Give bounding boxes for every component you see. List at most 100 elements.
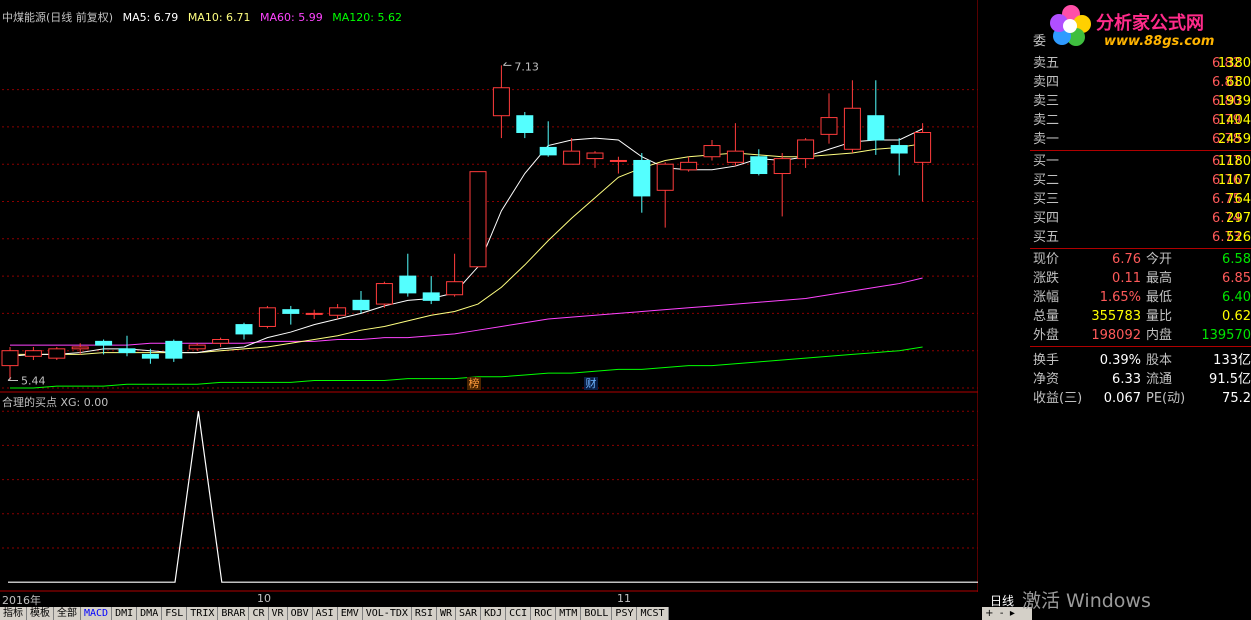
candle-body: [726, 150, 744, 163]
indicator-tab[interactable]: 全部: [54, 607, 81, 620]
indicator-tab[interactable]: VOL-TDX: [362, 607, 412, 620]
candle[interactable]: [867, 80, 885, 155]
candle[interactable]: [773, 153, 791, 217]
indicator-tab[interactable]: 指标: [0, 607, 27, 620]
candle[interactable]: [890, 138, 908, 176]
indicator-tab[interactable]: MCST: [637, 607, 669, 620]
indicator-tab[interactable]: DMA: [137, 607, 163, 620]
candle[interactable]: [165, 339, 183, 362]
candle[interactable]: [680, 156, 698, 172]
stat-label-2: PE(动): [1146, 391, 1186, 406]
candle[interactable]: [656, 162, 674, 228]
candle[interactable]: [352, 291, 370, 314]
candle[interactable]: [797, 138, 815, 168]
event-tag-bang[interactable]: 榜: [467, 377, 481, 390]
stat-value-2: 91.5亿: [1209, 372, 1251, 387]
indicator-tab[interactable]: ROC: [531, 607, 557, 620]
indicator-tab[interactable]: 模板: [27, 607, 54, 620]
ma60-line: [10, 277, 923, 346]
candle[interactable]: [422, 276, 440, 305]
indicator-tab[interactable]: KDJ: [481, 607, 507, 620]
kline-svg[interactable]: 7.006.806.606.406.206.005.805.605.401.00…: [0, 0, 978, 592]
stat-value: 6.76: [1112, 252, 1141, 267]
candle-body: [539, 146, 557, 156]
stat-value: 1.65%: [1099, 290, 1141, 305]
candle[interactable]: [212, 337, 230, 347]
candle[interactable]: [305, 309, 323, 319]
bid-row: 买四 6.74 297: [1033, 209, 1251, 228]
candle[interactable]: [375, 281, 393, 308]
indicator-tab[interactable]: CCI: [506, 607, 532, 620]
candle[interactable]: [516, 111, 534, 139]
indicator-tab[interactable]: OBV: [287, 607, 313, 620]
stat-label-2: 内盘: [1146, 328, 1173, 343]
candle[interactable]: [609, 156, 627, 174]
indicator-tab[interactable]: WR: [436, 607, 457, 620]
indicator-tab[interactable]: CR: [249, 607, 269, 620]
candle[interactable]: [843, 80, 861, 154]
bid-price: 6.74: [1212, 211, 1241, 226]
event-tag-cai[interactable]: 财: [584, 377, 598, 390]
bid-row: 买三 6.75 764: [1033, 190, 1251, 209]
date-axis: 2016年 10 11: [0, 592, 978, 607]
kline-chart[interactable]: 7.006.806.606.406.206.005.805.605.401.00…: [0, 0, 978, 592]
indicator-tab[interactable]: TRIX: [187, 607, 219, 620]
candle-body: [24, 350, 42, 357]
candle[interactable]: [282, 305, 300, 325]
date-year: 2016年: [2, 594, 41, 607]
high-arrow: [503, 62, 512, 66]
stat-label-2: 今开: [1146, 252, 1173, 267]
indicator-tab[interactable]: PSY: [612, 607, 638, 620]
indicator-tab[interactable]: EMV: [337, 607, 363, 620]
candle[interactable]: [750, 149, 768, 176]
indicator-tab[interactable]: FSL: [162, 607, 188, 620]
indicator-tab[interactable]: SAR: [456, 607, 482, 620]
candle[interactable]: [24, 346, 42, 361]
candle-body: [680, 161, 698, 171]
stat-value-2: 6.40: [1222, 290, 1251, 305]
ask-volume: 2459: [1217, 132, 1251, 147]
stat-row: 涨幅 1.65% 最低 6.40: [1033, 288, 1251, 307]
stat-value-2: 139570: [1201, 328, 1251, 343]
candle[interactable]: [446, 253, 464, 297]
ma60-label: MA60: 5.99: [260, 11, 323, 24]
candle[interactable]: [48, 346, 66, 361]
ma10-line: [10, 143, 923, 355]
candle-body: [329, 307, 347, 316]
indicator-tab[interactable]: MTM: [556, 607, 582, 620]
candle[interactable]: [399, 253, 417, 297]
stat-label-2: 股本: [1146, 353, 1173, 368]
candle[interactable]: [726, 123, 744, 167]
indicator-tab[interactable]: RSI: [411, 607, 437, 620]
indicator-tab[interactable]: BOLL: [581, 607, 613, 620]
indicator-tab[interactable]: VR: [268, 607, 288, 620]
high-annotation: 7.13: [514, 60, 539, 73]
candle[interactable]: [188, 343, 206, 351]
candle[interactable]: [329, 304, 347, 319]
indicator-tab[interactable]: MACD: [81, 607, 113, 620]
candle[interactable]: [258, 305, 276, 329]
indicator-tab[interactable]: BRAR: [218, 607, 250, 620]
candle[interactable]: [235, 322, 253, 340]
date-month-10: 10: [257, 592, 271, 605]
candle[interactable]: [1, 346, 19, 381]
candle[interactable]: [586, 151, 604, 168]
indicator-tab[interactable]: DMI: [112, 607, 138, 620]
candle[interactable]: [820, 93, 838, 144]
candle[interactable]: [118, 335, 136, 357]
stat-row: 涨跌 0.11 最高 6.85: [1033, 269, 1251, 288]
stat-label: 涨跌: [1033, 271, 1060, 286]
stat-label-2: 最高: [1146, 271, 1173, 286]
ma5-label: MA5: 6.79: [122, 11, 179, 24]
ask-label: 卖五: [1033, 56, 1060, 71]
ask-volume: 1939: [1217, 94, 1251, 109]
candle[interactable]: [563, 138, 581, 165]
candle[interactable]: [703, 139, 721, 161]
candle[interactable]: [633, 153, 651, 213]
indicator-tab[interactable]: ASI: [312, 607, 338, 620]
ask-label: 卖三: [1033, 94, 1060, 109]
candle[interactable]: [469, 171, 487, 268]
candle[interactable]: [914, 123, 932, 202]
stat-row: 现价 6.76 今开 6.58: [1033, 250, 1251, 269]
indicator-legend: 合理的买点 XG: 0.00: [2, 396, 109, 409]
